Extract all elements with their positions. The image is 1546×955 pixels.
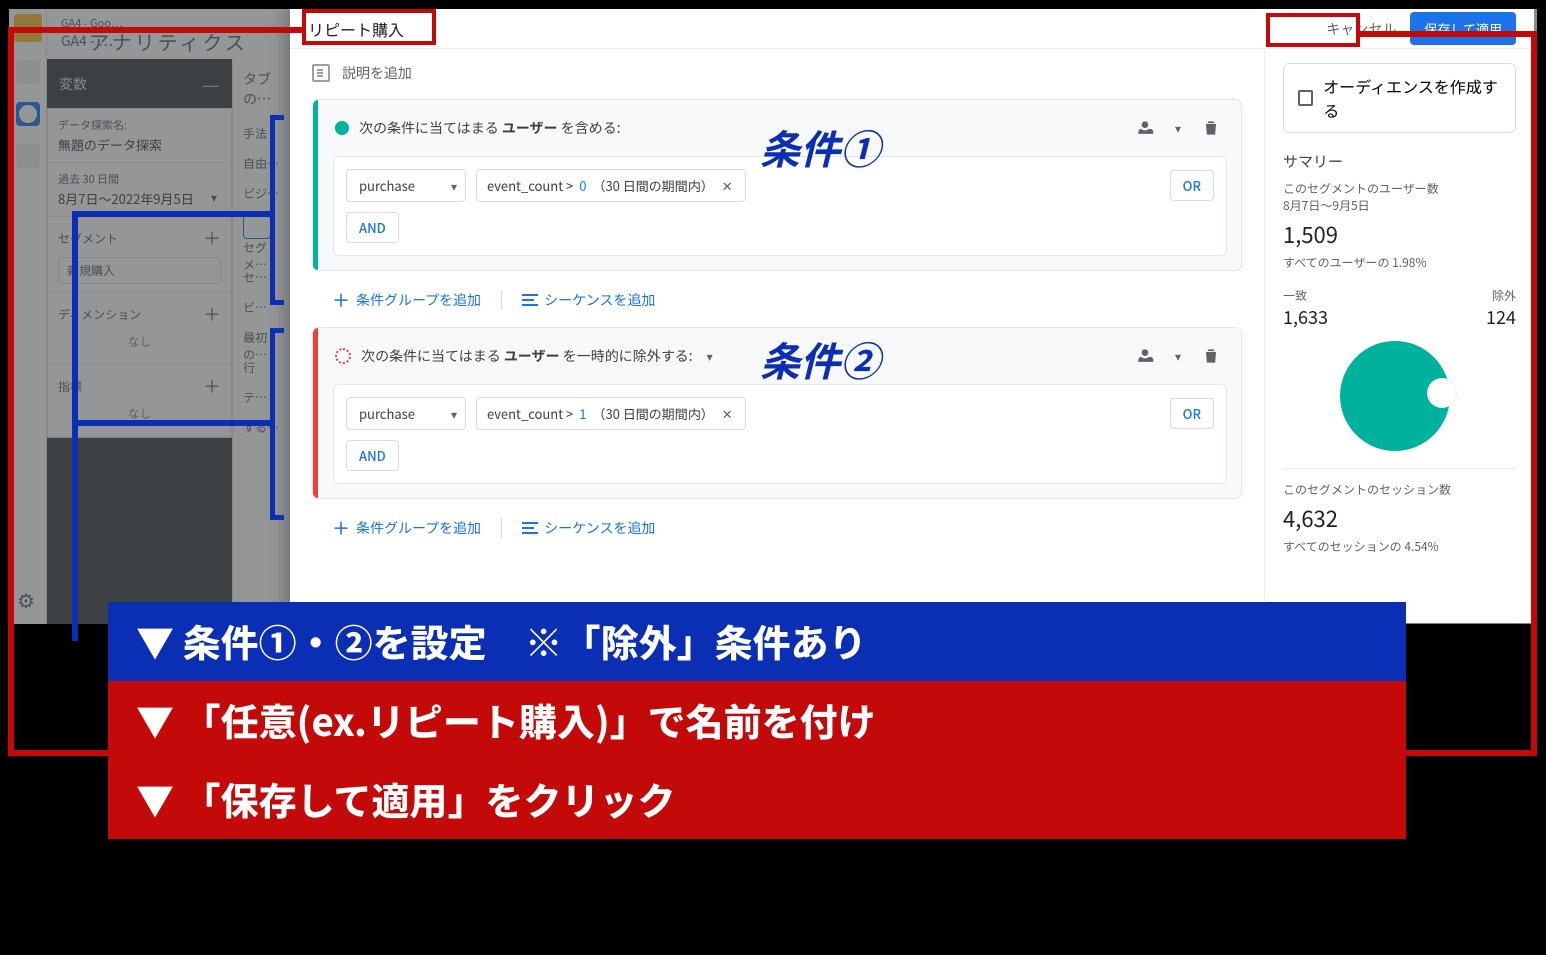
exploration-name-value: 無題のデータ探索 <box>58 135 221 154</box>
left-nav-rail: ⚙ <box>9 9 47 624</box>
exploration-name-label: データ探索名: <box>58 117 221 133</box>
delete-condition-icon[interactable] <box>1195 112 1227 144</box>
annotation-label-cond2: 条件② <box>760 330 880 388</box>
segment-builder-modal: キャンセル 保存して適用 説明を追加 次の条件に当てはまる ユーザー を含める: <box>290 9 1534 623</box>
remove-param-icon[interactable]: ✕ <box>720 404 735 423</box>
summary-date-range: 8月7日〜9月5日 <box>1283 197 1516 214</box>
variables-panel-title: 変数 <box>59 74 87 94</box>
event-parameter-chip[interactable]: event_count > 0（30 日間の期間内） ✕ <box>476 169 746 202</box>
chevron-down-icon: ▾ <box>211 189 217 206</box>
scope-selector-icon[interactable] <box>1129 112 1161 144</box>
settings-gear-icon: ⚙ <box>17 585 35 614</box>
annotation-connector <box>8 27 304 33</box>
annotation-connector <box>72 211 78 641</box>
annotation-name-highlight <box>302 9 436 45</box>
chevron-down-icon: ▾ <box>451 178 457 195</box>
annotation-callouts: ▼ 条件①・②を設定 ※「除外」条件あり ▼ 「任意(ex.リピート購入)」で名… <box>108 602 1406 839</box>
summary-sessions-label: このセグメントのセッション数 <box>1283 481 1516 498</box>
tab-settings-title: タブの… <box>243 69 287 109</box>
annotation-label-cond1: 条件① <box>760 118 880 176</box>
annotation-save-highlight <box>1266 13 1360 47</box>
summary-users-pct: すべてのユーザーの 1.98% <box>1283 254 1516 271</box>
chevron-down-icon[interactable]: ▾ <box>1175 120 1181 137</box>
exclude-text: 次の条件に当てはまる ユーザー を一時的に除外する: <box>361 346 693 366</box>
add-segment-icon: ＋ <box>203 225 221 251</box>
annotation-connector <box>1358 31 1536 37</box>
segment-chip: 新規購入 <box>58 257 221 284</box>
summary-sessions-value: 4,632 <box>1283 502 1516 534</box>
add-sequence-button[interactable]: シーケンスを追加 <box>522 518 655 538</box>
event-selector[interactable]: purchase▾ <box>346 169 466 202</box>
summary-title: サマリー <box>1283 151 1516 172</box>
collapse-icon: — <box>202 69 220 98</box>
add-condition-group-button[interactable]: ＋条件グループを追加 <box>332 287 481 313</box>
create-audience-label: オーディエンスを作成する <box>1323 74 1501 122</box>
annotation-connector <box>1404 750 1536 756</box>
callout-2: ▼ 「任意(ex.リピート購入)」で名前を付け <box>108 681 1406 760</box>
delete-condition-icon[interactable] <box>1195 340 1227 372</box>
chevron-down-icon[interactable]: ▾ <box>1175 348 1181 365</box>
date-range-label: 過去 30 日間 <box>58 171 221 187</box>
add-condition-group-button[interactable]: ＋条件グループを追加 <box>332 515 481 541</box>
event-parameter-chip[interactable]: event_count > 1（30 日間の期間内） ✕ <box>476 397 746 430</box>
summary-exclude-label: 除外 <box>1486 287 1516 304</box>
summary-match-label: 一致 <box>1283 287 1328 304</box>
scope-selector-icon[interactable] <box>1129 340 1161 372</box>
summary-venn-chart <box>1295 336 1505 456</box>
summary-users-value: 1,509 <box>1283 218 1516 250</box>
annotation-connector <box>75 211 273 217</box>
annotation-bracket-cond1 <box>270 115 284 305</box>
sequence-icon <box>522 294 538 306</box>
nav-advertising-icon <box>16 144 40 168</box>
dimensions-none: なし <box>58 327 221 356</box>
annotation-connector <box>8 750 110 756</box>
nav-explore-icon <box>16 102 40 126</box>
summary-match-value: 1,633 <box>1283 304 1328 330</box>
annotation-connector <box>75 420 273 426</box>
add-metric-icon: ＋ <box>203 373 221 399</box>
remove-param-icon[interactable]: ✕ <box>720 176 735 195</box>
include-indicator-icon <box>335 121 349 135</box>
chevron-down-icon[interactable]: ▾ <box>707 348 713 365</box>
add-dimension-icon: ＋ <box>203 301 221 327</box>
include-text: 次の条件に当てはまる ユーザー を含める: <box>359 118 621 138</box>
callout-1: ▼ 条件①・②を設定 ※「除外」条件あり <box>108 602 1406 681</box>
annotation-connector <box>8 27 14 755</box>
segments-section-label: セグメント <box>58 230 118 247</box>
summary-exclude-value: 124 <box>1486 304 1516 330</box>
chevron-down-icon: ▾ <box>451 406 457 423</box>
event-selector[interactable]: purchase▾ <box>346 397 466 430</box>
summary-users-label: このセグメントのユーザー数 <box>1283 180 1516 197</box>
summary-sessions-pct: すべてのセッションの 4.54% <box>1283 538 1516 555</box>
viz-table-icon <box>243 215 271 239</box>
nav-reports-icon <box>16 60 40 84</box>
description-icon <box>312 64 330 82</box>
summary-panel: オーディエンスを作成する サマリー このセグメントのユーザー数 8月7日〜9月5… <box>1264 49 1534 623</box>
and-button[interactable]: AND <box>346 212 399 243</box>
date-range-value: 8月7日〜2022年9月5日 <box>58 189 194 208</box>
metrics-section-label: 指標 <box>58 378 82 395</box>
create-audience-checkbox-row[interactable]: オーディエンスを作成する <box>1283 63 1516 133</box>
or-button[interactable]: OR <box>1170 170 1214 201</box>
sequence-icon <box>522 522 538 534</box>
dimensions-section-label: ディメンション <box>58 306 141 323</box>
callout-3: ▼ 「保存して適用」をクリック <box>108 760 1406 839</box>
tab-settings-panel: タブの… 手法 自由… ビジ… セグメ… セ… ビ… 最初の… 行 テ… する… <box>232 59 297 624</box>
exclude-indicator-icon <box>335 348 351 364</box>
add-description-link[interactable]: 説明を追加 <box>342 63 412 83</box>
add-sequence-button[interactable]: シーケンスを追加 <box>522 290 655 310</box>
and-button[interactable]: AND <box>346 440 399 471</box>
or-button[interactable]: OR <box>1170 398 1214 429</box>
save-apply-button[interactable]: 保存して適用 <box>1410 12 1516 45</box>
checkbox-icon[interactable] <box>1298 90 1313 106</box>
annotation-connector <box>1531 31 1537 756</box>
